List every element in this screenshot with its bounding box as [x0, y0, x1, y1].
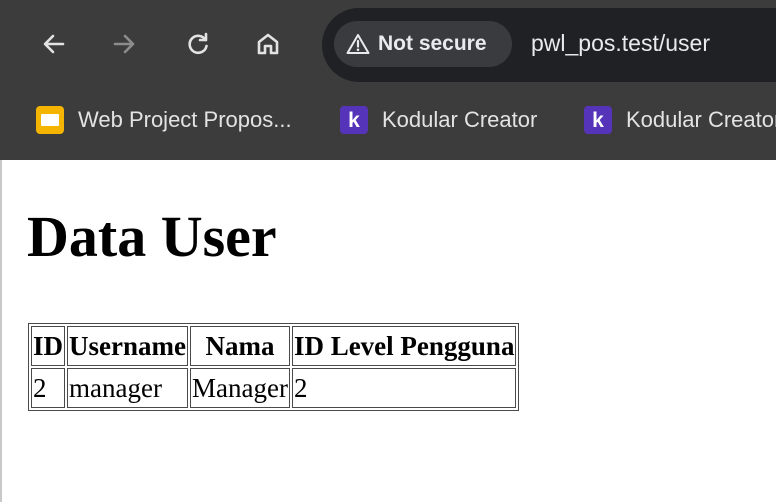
- table-header-row: ID Username Nama ID Level Pengguna: [31, 326, 517, 366]
- home-button[interactable]: [250, 26, 286, 62]
- column-header-id-level: ID Level Pengguna: [291, 326, 517, 366]
- column-header-id: ID: [31, 326, 66, 366]
- bookmark-label: Kodular Creator: [382, 107, 538, 132]
- bookmark-web-project[interactable]: Web Project Propos...: [36, 90, 292, 150]
- bookmark-label: Web Project Propos...: [78, 107, 292, 132]
- warning-triangle-icon: [344, 30, 372, 58]
- user-table: ID Username Nama ID Level Pengguna 2 man…: [28, 323, 520, 411]
- cell-id: 2: [31, 368, 66, 408]
- security-chip[interactable]: Not secure: [334, 21, 512, 67]
- back-button[interactable]: [36, 26, 72, 62]
- arrow-right-icon: [113, 34, 135, 54]
- reload-icon: [188, 32, 208, 55]
- bookmark-kodular-creator-2[interactable]: k Kodular Creator: [584, 90, 776, 150]
- browser-toolbar: Not secure pwl_pos.test/user: [0, 0, 776, 90]
- bookmark-kodular-creator[interactable]: k Kodular Creator: [340, 90, 537, 150]
- cell-nama: Manager: [189, 368, 290, 408]
- home-icon: [257, 33, 279, 55]
- page-title: Data User: [27, 204, 277, 269]
- reload-button[interactable]: [180, 26, 216, 62]
- kodular-icon: k: [340, 106, 368, 134]
- column-header-username: Username: [67, 326, 188, 366]
- bookmarks-bar: Web Project Propos... k Kodular Creator …: [0, 90, 776, 160]
- kodular-icon: k: [584, 106, 612, 134]
- arrow-left-icon: [43, 34, 65, 54]
- security-label: Not secure: [378, 32, 487, 55]
- cell-username: manager: [67, 368, 188, 408]
- forward-button[interactable]: [106, 26, 142, 62]
- cell-id-level: 2: [291, 368, 517, 408]
- page-content: Data User ID Username Nama ID Level Peng…: [0, 160, 776, 502]
- url-text[interactable]: pwl_pos.test/user: [531, 30, 710, 57]
- table-row: 2 manager Manager 2: [31, 368, 517, 408]
- column-header-nama: Nama: [189, 326, 290, 366]
- google-slides-icon: [36, 106, 64, 134]
- bookmark-label: Kodular Creator: [626, 107, 776, 132]
